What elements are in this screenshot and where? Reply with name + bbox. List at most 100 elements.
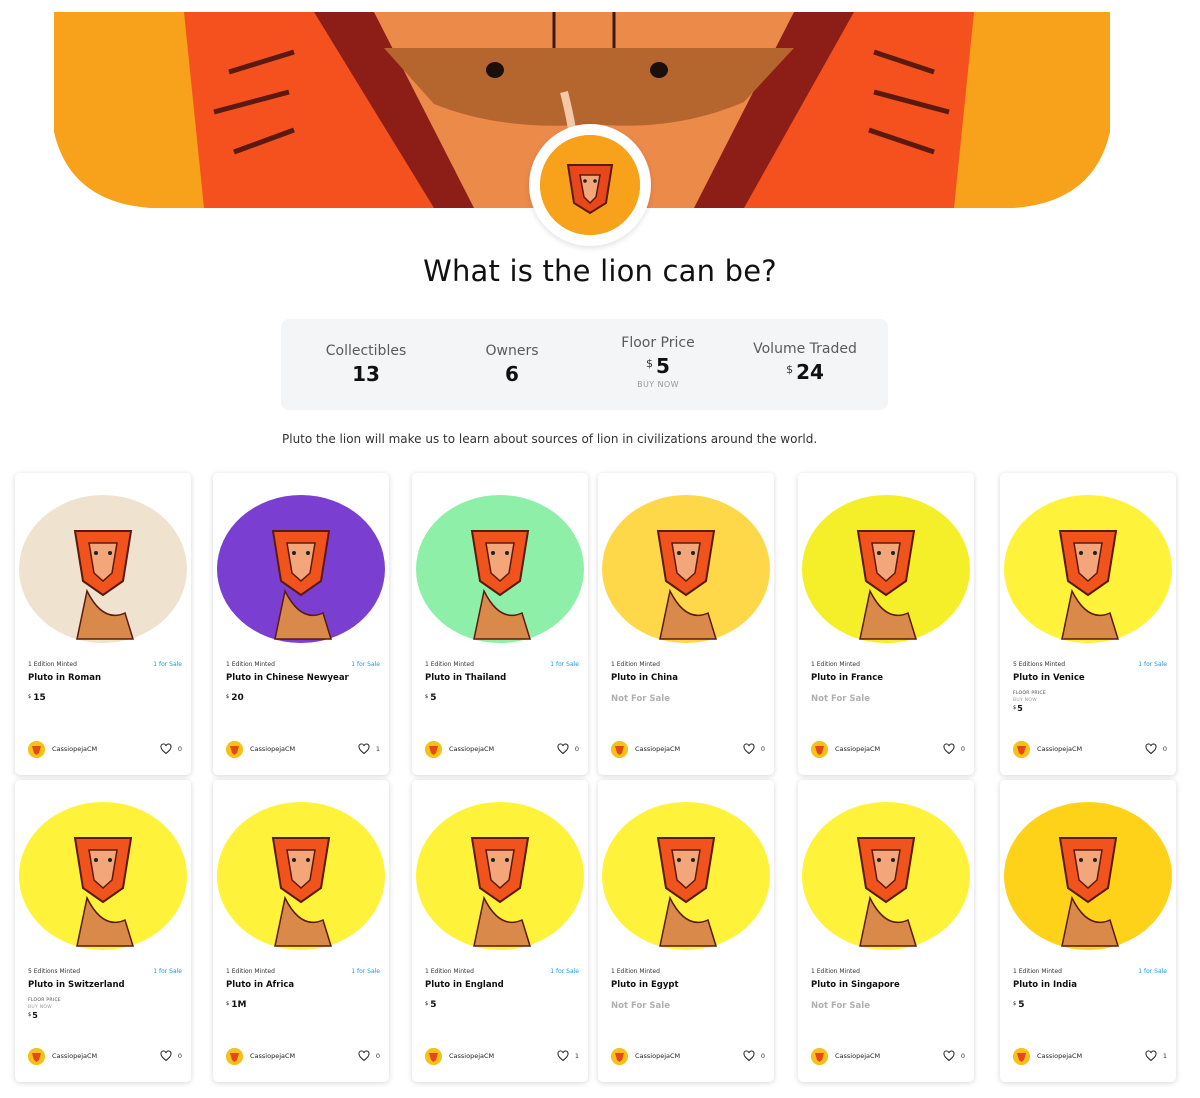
heart-icon[interactable] (358, 1050, 370, 1062)
card-owner[interactable]: CassiopejaCM 0 (811, 741, 965, 759)
collection-description: Pluto the lion will make us to learn abo… (282, 432, 818, 446)
card-title[interactable]: Pluto in China (611, 673, 678, 683)
heart-icon[interactable] (557, 1050, 569, 1062)
card-price: 5 (32, 1011, 38, 1020)
card-title[interactable]: Pluto in England (425, 980, 504, 990)
heart-icon[interactable] (743, 743, 755, 755)
owner-avatar (425, 1048, 442, 1065)
card-price-row: $15 (28, 693, 46, 703)
card-owner[interactable]: CassiopejaCM 1 (425, 1048, 579, 1066)
card-artwork[interactable] (798, 780, 974, 956)
card-owner[interactable]: CassiopejaCM 0 (425, 741, 579, 759)
volume-amount: 24 (796, 360, 824, 384)
card-artwork[interactable] (412, 780, 588, 956)
floor-amount: 5 (656, 354, 670, 378)
card-owner[interactable]: CassiopejaCM 1 (1013, 1048, 1167, 1066)
owner-avatar (611, 1048, 628, 1065)
collectible-card[interactable]: 5 Editions Minted 1 for Sale Pluto in Sw… (15, 780, 191, 1082)
card-editions: 5 Editions Minted (28, 968, 81, 975)
card-artwork[interactable] (213, 780, 389, 956)
card-title[interactable]: Pluto in Venice (1013, 673, 1085, 683)
owner-name: CassiopejaCM (250, 1052, 296, 1060)
card-currency: $ (28, 694, 32, 700)
heart-icon[interactable] (160, 1050, 172, 1062)
card-not-for-sale: Not For Sale (811, 694, 870, 704)
card-editions: 1 Edition Minted (811, 968, 860, 975)
collectible-card[interactable]: 1 Edition Minted 1 for Sale Pluto in Tha… (412, 473, 588, 775)
card-title[interactable]: Pluto in Africa (226, 980, 294, 990)
card-title[interactable]: Pluto in Roman (28, 673, 101, 683)
card-title[interactable]: Pluto in Switzerland (28, 980, 125, 990)
heart-icon[interactable] (358, 743, 370, 755)
collectible-card[interactable]: 1 Edition Minted 1 for Sale Pluto in Ind… (1000, 780, 1176, 1082)
card-price: 5 (430, 693, 437, 703)
card-editions: 5 Editions Minted (1013, 661, 1066, 668)
owner-avatar (1013, 741, 1030, 758)
heart-icon[interactable] (743, 1050, 755, 1062)
card-buy-now[interactable]: BUY NOW (1013, 698, 1046, 703)
card-title[interactable]: Pluto in France (811, 673, 883, 683)
card-artwork[interactable] (412, 473, 588, 649)
stat-owners: Owners 6 (457, 343, 567, 386)
card-owner[interactable]: CassiopejaCM 0 (28, 1048, 182, 1066)
card-price: 5 (430, 1000, 437, 1010)
collectible-card[interactable]: 1 Edition Minted 1 for Sale Pluto in Rom… (15, 473, 191, 775)
like-count: 0 (760, 1052, 765, 1060)
owner-name: CassiopejaCM (635, 745, 681, 753)
like-count: 0 (177, 745, 182, 753)
card-artwork[interactable] (1000, 780, 1176, 956)
heart-icon[interactable] (1145, 1050, 1157, 1062)
owner-name: CassiopejaCM (835, 1052, 881, 1060)
card-owner[interactable]: CassiopejaCM 0 (611, 741, 765, 759)
card-for-sale: 1 for Sale (153, 968, 182, 975)
card-owner[interactable]: CassiopejaCM 1 (226, 741, 380, 759)
card-price-row: $20 (226, 693, 244, 703)
card-price: 1M (231, 1000, 247, 1010)
like-count: 1 (375, 745, 380, 753)
card-meta: 5 Editions Minted 1 for Sale (28, 968, 182, 980)
card-artwork[interactable] (1000, 473, 1176, 649)
card-artwork[interactable] (598, 780, 774, 956)
card-meta: 1 Edition Minted 1 for Sale (425, 968, 579, 980)
collectible-card[interactable]: 5 Editions Minted 1 for Sale Pluto in Ve… (1000, 473, 1176, 775)
owner-avatar (811, 1048, 828, 1065)
collectible-card[interactable]: 1 Edition Minted Pluto in China Not For … (598, 473, 774, 775)
collectible-card[interactable]: 1 Edition Minted Pluto in Egypt Not For … (598, 780, 774, 1082)
card-artwork[interactable] (598, 473, 774, 649)
collectible-card[interactable]: 1 Edition Minted 1 for Sale Pluto in Afr… (213, 780, 389, 1082)
card-title[interactable]: Pluto in Singapore (811, 980, 900, 990)
floor-buy-now[interactable]: BUY NOW (603, 380, 713, 389)
heart-icon[interactable] (557, 743, 569, 755)
card-owner[interactable]: CassiopejaCM 0 (226, 1048, 380, 1066)
collectible-card[interactable]: 1 Edition Minted 1 for Sale Pluto in Eng… (412, 780, 588, 1082)
card-owner[interactable]: CassiopejaCM 0 (28, 741, 182, 759)
heart-icon[interactable] (943, 1050, 955, 1062)
collectible-card[interactable]: 1 Edition Minted Pluto in Singapore Not … (798, 780, 974, 1082)
stat-owners-label: Owners (485, 343, 539, 359)
card-artwork[interactable] (15, 780, 191, 956)
stat-floor-price[interactable]: Floor Price $5 BUY NOW (603, 335, 713, 389)
like-count: 0 (960, 745, 965, 753)
card-artwork[interactable] (798, 473, 974, 649)
card-owner[interactable]: CassiopejaCM 0 (611, 1048, 765, 1066)
card-artwork[interactable] (213, 473, 389, 649)
collection-avatar[interactable] (529, 124, 651, 246)
card-title[interactable]: Pluto in Egypt (611, 980, 679, 990)
card-owner[interactable]: CassiopejaCM 0 (811, 1048, 965, 1066)
card-for-sale: 1 for Sale (351, 968, 380, 975)
collectible-card[interactable]: 1 Edition Minted 1 for Sale Pluto in Chi… (213, 473, 389, 775)
heart-icon[interactable] (1145, 743, 1157, 755)
card-meta: 1 Edition Minted 1 for Sale (226, 661, 380, 673)
like-count: 0 (177, 1052, 182, 1060)
card-meta: 1 Edition Minted 1 for Sale (226, 968, 380, 980)
heart-icon[interactable] (943, 743, 955, 755)
card-title[interactable]: Pluto in India (1013, 980, 1077, 990)
card-owner[interactable]: CassiopejaCM 0 (1013, 741, 1167, 759)
collectible-card[interactable]: 1 Edition Minted Pluto in France Not For… (798, 473, 974, 775)
card-title[interactable]: Pluto in Chinese Newyear (226, 673, 349, 683)
heart-icon[interactable] (160, 743, 172, 755)
card-title[interactable]: Pluto in Thailand (425, 673, 506, 683)
card-artwork[interactable] (15, 473, 191, 649)
card-buy-now[interactable]: BUY NOW (28, 1005, 61, 1010)
owner-name: CassiopejaCM (1037, 745, 1083, 753)
